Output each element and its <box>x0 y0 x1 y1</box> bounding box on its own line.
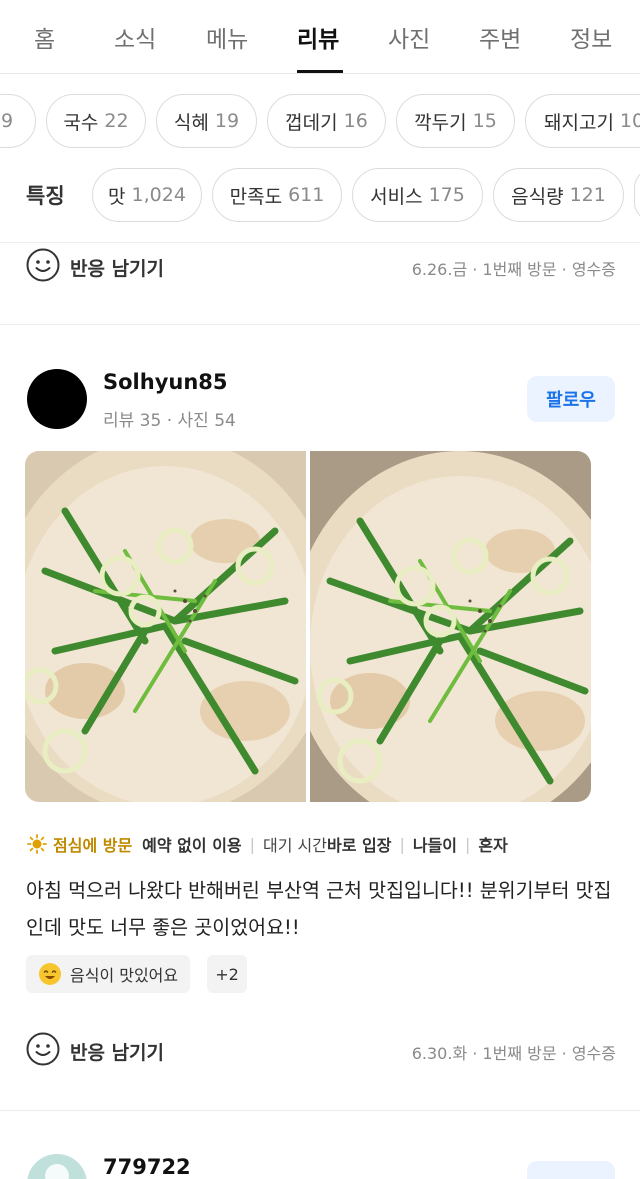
food-photo-image <box>310 451 591 802</box>
smile-icon[interactable] <box>26 248 60 282</box>
smile-icon[interactable] <box>26 1032 60 1066</box>
visit-meta: 6.30.화 · 1번째 방문 · 영수증 <box>411 1044 616 1063</box>
menu-keyword-chip[interactable]: 89 <box>0 94 36 148</box>
review-tab-bar: 홈 소식 메뉴 리뷰 사진 주변 정보 <box>0 0 640 74</box>
feature-keyword-row: 맛 1,024 만족도 611 서비스 175 음식량 121 <box>0 168 640 224</box>
leave-reaction-button[interactable]: 반응 남기기 <box>70 254 164 281</box>
sun-icon <box>27 834 47 854</box>
more-emotions-button[interactable]: +2 <box>207 955 247 993</box>
avatar[interactable] <box>27 369 87 429</box>
tag-separator: | <box>465 834 471 854</box>
tag-lunch-visit: 점심에 방문 <box>53 836 133 855</box>
feature-chip-satisfaction[interactable]: 만족도 611 <box>212 168 342 222</box>
emotion-chip: 음식이 맛있어요 <box>26 955 191 993</box>
tag-wait-value: 바로 입장 <box>327 836 392 855</box>
reviewer-name[interactable]: Solhyun85 <box>103 370 228 394</box>
leave-reaction-button[interactable]: 반응 남기기 <box>70 1038 164 1065</box>
visit-meta: 6.26.금 · 1번째 방문 · 영수증 <box>411 260 616 279</box>
tab-info[interactable]: 정보 <box>570 20 612 54</box>
review-photo-1[interactable] <box>25 451 306 802</box>
tag-separator: | <box>249 834 256 854</box>
tab-news[interactable]: 소식 <box>114 20 156 54</box>
feature-chip-service[interactable]: 서비스 175 <box>352 168 483 222</box>
menu-keyword-chip[interactable]: 식혜 19 <box>156 94 257 148</box>
active-tab-indicator <box>297 70 343 73</box>
tab-photos[interactable]: 사진 <box>388 20 430 54</box>
tag-wait-prefix: 대기 시간 <box>263 836 327 855</box>
tag-separator: | <box>399 834 405 854</box>
tag-alone: 혼자 <box>478 836 508 855</box>
prev-review-footer: 반응 남기기 6.26.금 · 1번째 방문 · 영수증 <box>26 248 616 284</box>
tab-menu[interactable]: 메뉴 <box>206 20 248 54</box>
follow-button[interactable]: 팔로우 <box>527 376 615 422</box>
reviewer-name[interactable]: 779722 <box>103 1155 191 1179</box>
tag-outing: 나들이 <box>412 836 458 855</box>
menu-keyword-row: 89 국수22 식혜19 껍데기16 깍두기15 돼지고기10 <box>0 94 640 150</box>
menu-keyword-chip[interactable]: 국수 22 <box>46 94 146 148</box>
visit-tags: 점심에 방문 예약 없이 이용 | 대기 시간 바로 입장 | 나들이 | 혼자 <box>27 832 508 856</box>
tag-no-reservation: 예약 없이 이용 <box>142 836 242 855</box>
avatar[interactable] <box>27 1154 87 1179</box>
menu-keyword-chip[interactable]: 껍데기 16 <box>267 94 386 148</box>
tab-nearby[interactable]: 주변 <box>479 20 521 54</box>
tab-home[interactable]: 홈 <box>34 20 55 54</box>
review-separator <box>0 1110 640 1111</box>
reviewer-stats: 리뷰 35 · 사진 54 <box>103 411 236 431</box>
review-footer: 반응 남기기 6.30.화 · 1번째 방문 · 영수증 <box>26 1032 616 1068</box>
review-body[interactable]: 아침 먹으러 나왔다 반해버린 부산역 근처 맛집입니다!! 분위기부터 맛집인… <box>26 872 626 946</box>
filter-divider <box>0 242 640 243</box>
happy-face-icon <box>39 963 61 985</box>
review-photo-2[interactable] <box>310 451 591 802</box>
emotion-chip-label: 음식이 맛있어요 <box>70 966 179 985</box>
feature-chip-more[interactable] <box>634 168 640 222</box>
menu-keyword-chip[interactable]: 깍두기 15 <box>396 94 515 148</box>
tab-reviews[interactable]: 리뷰 <box>297 20 339 54</box>
menu-keyword-chip[interactable]: 돼지고기 10 <box>525 94 640 148</box>
review-separator <box>0 324 640 325</box>
food-photo-image <box>25 451 306 802</box>
follow-button[interactable] <box>527 1161 615 1179</box>
feature-chip-portion[interactable]: 음식량 121 <box>493 168 624 222</box>
feature-chip-taste[interactable]: 맛 1,024 <box>92 168 202 222</box>
